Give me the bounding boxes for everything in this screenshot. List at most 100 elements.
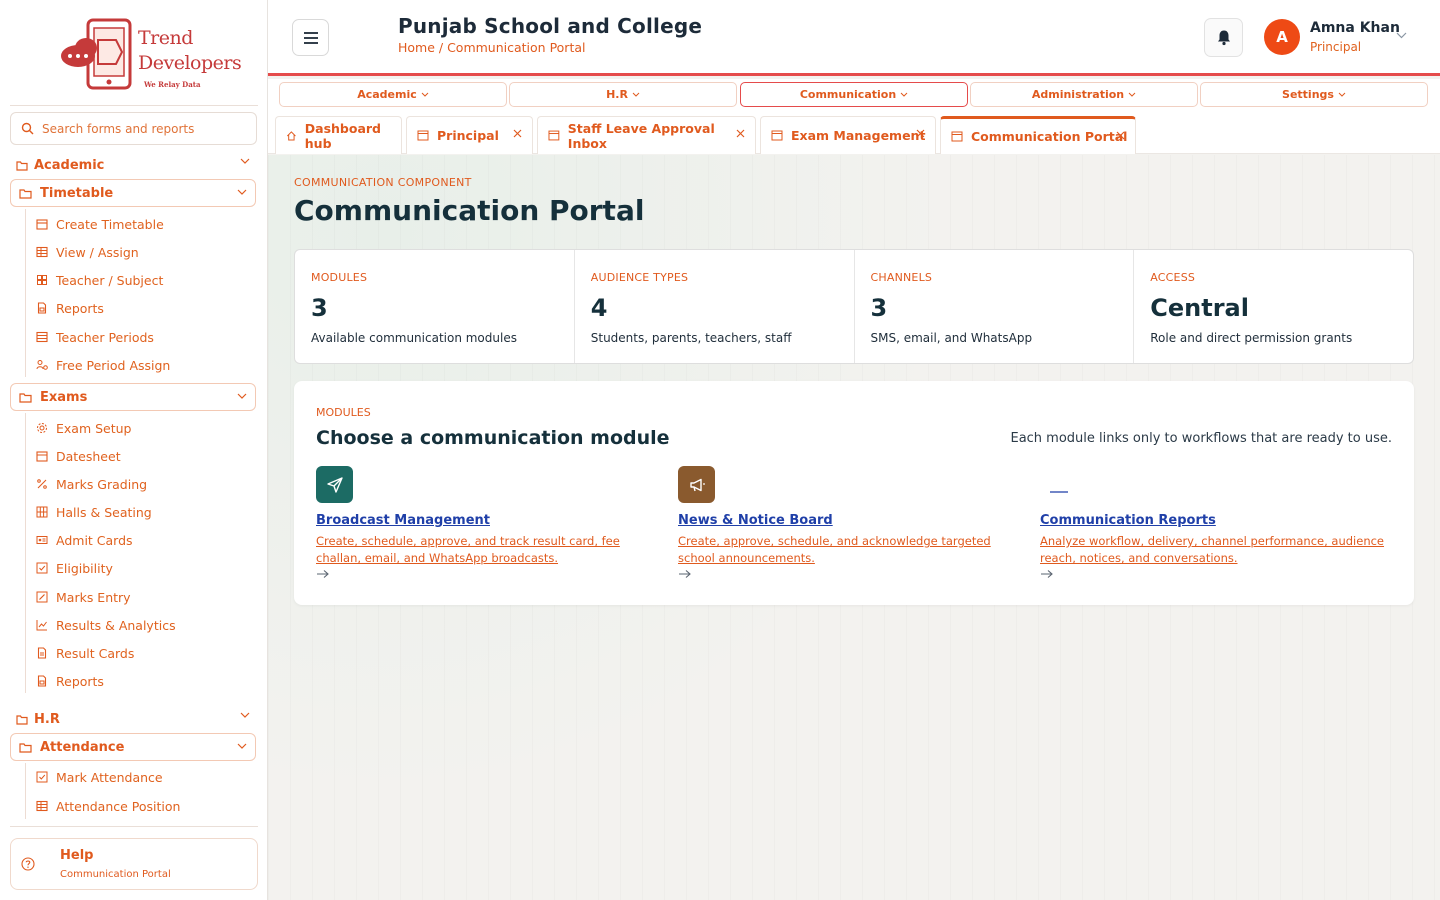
top-menu-label: H.R	[606, 88, 628, 101]
sidebar-group-timetable[interactable]: Timetable	[10, 179, 256, 207]
sidebar-item-create-timetable[interactable]: Create Timetable	[36, 214, 164, 234]
sidebar-item-label: Teacher Periods	[56, 329, 154, 345]
sidebar-divider	[10, 105, 258, 106]
module-card-broadcast-management[interactable]: Broadcast Management Create, schedule, a…	[316, 466, 660, 579]
help-card[interactable]: Help Communication Portal	[10, 838, 258, 890]
sidebar-item-view-assign[interactable]: View / Assign	[36, 242, 139, 262]
sidebar-item-teacher-periods[interactable]: Teacher Periods	[36, 327, 154, 347]
top-menu-settings[interactable]: Settings	[1200, 82, 1428, 107]
sidebar-section-academic[interactable]: Academic	[16, 155, 256, 175]
sidebar-item-marks-grading[interactable]: Marks Grading	[36, 474, 147, 494]
close-icon[interactable]	[916, 129, 925, 138]
top-menu-hr[interactable]: H.R	[509, 82, 737, 107]
window-icon	[417, 130, 429, 141]
arrow-right-icon[interactable]	[316, 569, 330, 579]
sidebar-item-label: Attendance Position	[56, 798, 181, 814]
folder-icon	[19, 188, 32, 199]
modules-title: Choose a communication module	[316, 427, 670, 449]
sidebar-item-teacher-subject[interactable]: Teacher / Subject	[36, 270, 163, 290]
stat-description: Students, parents, teachers, staff	[590, 331, 792, 345]
sidebar-group-exams[interactable]: Exams	[10, 383, 256, 411]
top-menu-label: Administration	[1031, 88, 1125, 101]
stat-value: Central	[1150, 294, 1249, 322]
sidebar-item-datesheet[interactable]: Datesheet	[36, 446, 121, 466]
module-card-communication-reports[interactable]: Communication Reports Analyze workflow, …	[1040, 466, 1384, 579]
tab-label: Dashboard hub	[304, 120, 381, 151]
bell-icon	[1217, 30, 1230, 46]
stat-value: 3	[311, 294, 328, 322]
avatar[interactable]: A	[1264, 19, 1300, 55]
sidebar-section-label: H.R	[34, 711, 60, 727]
top-menu-label: Communication	[799, 88, 897, 101]
sidebar-item-attendance-position[interactable]: Attendance Position	[36, 796, 180, 816]
top-header: Punjab School and College Home / Communi…	[268, 0, 1440, 76]
sidebar-section-hr[interactable]: H.R	[16, 709, 256, 729]
sidebar-item-results-analytics[interactable]: Results & Analytics	[36, 615, 176, 635]
stat-modules: MODULES 3 Available communication module…	[295, 250, 575, 363]
sidebar-item-label: Mark Attendance	[56, 769, 163, 785]
tab-label: Staff Leave Approval Inbox	[567, 120, 715, 151]
sidebar-search-input[interactable]: Search forms and reports	[10, 112, 257, 145]
tab-staff-leave-approval-inbox[interactable]: Staff Leave Approval Inbox	[537, 116, 756, 154]
brand-logo-icon	[61, 18, 132, 90]
main-content: COMMUNICATION COMPONENT Communication Po…	[268, 155, 1440, 900]
tab-principal[interactable]: Principal	[406, 116, 533, 154]
stat-value: 3	[870, 294, 888, 322]
arrow-right-icon[interactable]	[1040, 569, 1054, 579]
notifications-button[interactable]	[1204, 18, 1243, 57]
sidebar-item-admit-cards[interactable]: Admit Cards	[36, 530, 133, 550]
stat-access: ACCESS Central Role and direct permissio…	[1134, 250, 1413, 363]
chevron-down-icon	[1128, 92, 1136, 97]
sidebar-tree-line	[25, 763, 26, 819]
arrow-right-icon[interactable]	[678, 569, 692, 579]
search-placeholder: Search forms and reports	[42, 121, 195, 136]
tab-label: Communication Portal	[971, 129, 1128, 144]
top-menu-communication[interactable]: Communication	[740, 82, 968, 107]
tab-exam-management[interactable]: Exam Management	[760, 116, 936, 154]
sidebar-item-eligibility[interactable]: Eligibility	[36, 558, 113, 578]
page-title: Communication Portal	[294, 194, 645, 227]
sidebar-item-label: Create Timetable	[56, 216, 164, 232]
sidebar-item-marks-entry[interactable]: Marks Entry	[36, 587, 131, 607]
module-description[interactable]: Create, schedule, approve, and track res…	[316, 533, 660, 567]
sidebar-item-exam-reports[interactable]: Reports	[36, 671, 104, 691]
menu-toggle-button[interactable]	[292, 19, 329, 56]
close-icon[interactable]	[1116, 131, 1125, 140]
breadcrumb[interactable]: Home / Communication Portal	[398, 40, 585, 55]
top-menu-administration[interactable]: Administration	[970, 82, 1198, 107]
sidebar-item-exam-setup[interactable]: Exam Setup	[36, 418, 132, 438]
folder-icon	[16, 160, 28, 171]
brand-logo[interactable]: Trend Developers We Relay Data	[58, 18, 242, 92]
chevron-down-icon[interactable]	[1396, 32, 1407, 39]
chevron-down-icon	[421, 92, 429, 97]
user-name[interactable]: Amna Khan	[1310, 20, 1400, 36]
close-icon[interactable]	[513, 129, 522, 138]
sidebar-item-result-cards[interactable]: Result Cards	[36, 643, 134, 663]
tab-dashboard-hub[interactable]: Dashboard hub	[275, 116, 402, 154]
sidebar-item-mark-attendance[interactable]: Mark Attendance	[36, 767, 163, 787]
module-link[interactable]: Broadcast Management	[316, 513, 660, 528]
tab-communication-portal[interactable]: Communication Portal	[940, 116, 1136, 154]
sidebar-item-halls-seating[interactable]: Halls & Seating	[36, 502, 152, 522]
module-link[interactable]: News & Notice Board	[678, 513, 1022, 528]
module-card-news-notice-board[interactable]: News & Notice Board Create, approve, sch…	[678, 466, 1022, 579]
module-description[interactable]: Create, approve, schedule, and acknowled…	[678, 533, 1022, 567]
module-icon-box	[678, 466, 715, 503]
sidebar-item-label: Datesheet	[56, 448, 121, 464]
folder-icon	[19, 742, 32, 753]
calendar-icon	[36, 451, 48, 462]
sidebar-item-timetable-reports[interactable]: Reports	[36, 298, 104, 318]
stat-channels: CHANNELS 3 SMS, email, and WhatsApp	[855, 250, 1135, 363]
sidebar-item-free-period-assign[interactable]: Free Period Assign	[36, 355, 170, 375]
home-icon	[286, 130, 296, 141]
sidebar-item-label: Marks Entry	[56, 589, 131, 605]
top-menu-label: Academic	[357, 88, 417, 101]
brand-name: Trend Developers	[138, 27, 242, 74]
module-description[interactable]: Analyze workflow, delivery, channel perf…	[1040, 533, 1384, 567]
module-link[interactable]: Communication Reports	[1040, 513, 1384, 528]
window-icon	[771, 130, 783, 141]
top-menu-academic[interactable]: Academic	[279, 82, 507, 107]
sidebar-group-attendance[interactable]: Attendance	[10, 733, 256, 761]
stat-label: ACCESS	[1150, 271, 1196, 284]
close-icon[interactable]	[736, 129, 745, 138]
